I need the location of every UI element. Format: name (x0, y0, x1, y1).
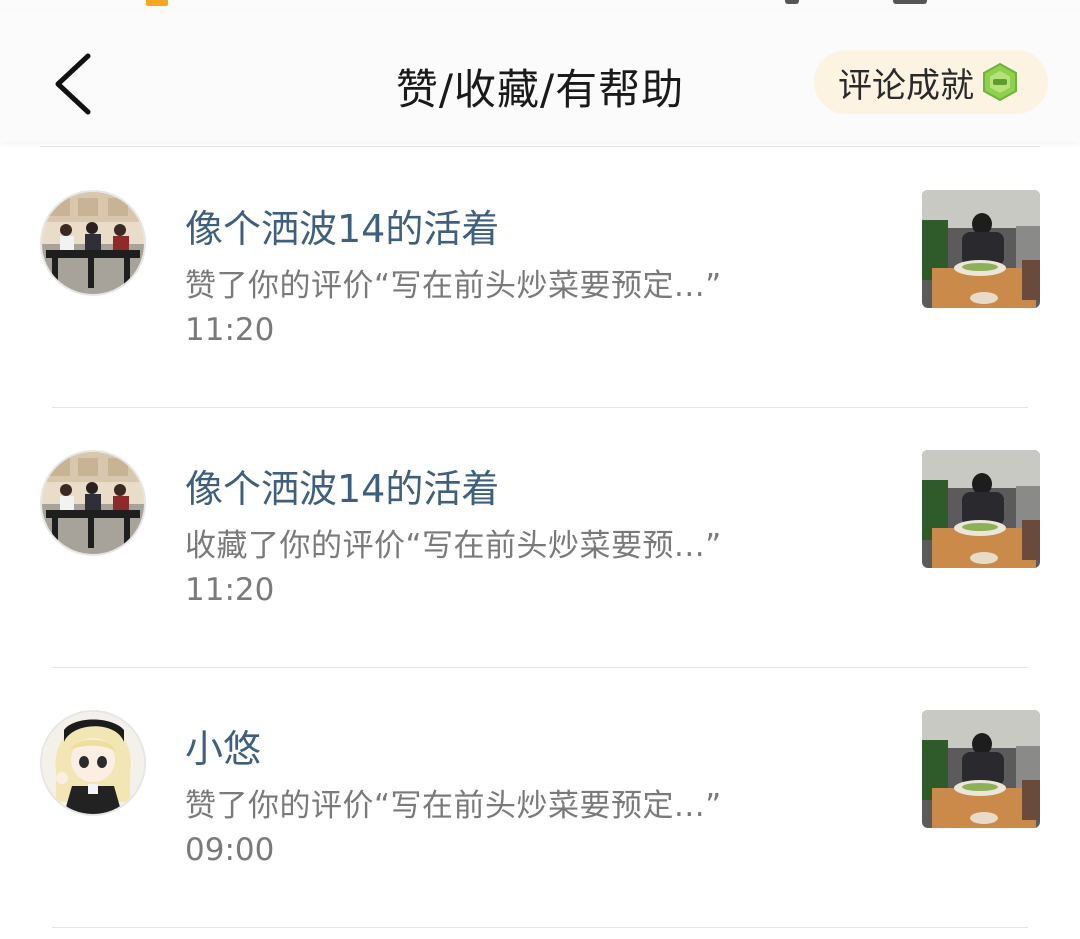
review-thumbnail[interactable] (922, 190, 1040, 308)
review-thumbnail[interactable] (922, 710, 1040, 828)
avatar[interactable] (40, 190, 146, 296)
status-battery-icon (893, 0, 927, 4)
dinner-thumbnail-image (922, 190, 1040, 308)
user-name[interactable]: 小悠 (185, 718, 261, 773)
item-divider (52, 927, 1028, 928)
timestamp: 11:20 (185, 312, 275, 348)
achievement-gem-icon (983, 62, 1017, 102)
classroom-avatar-image (42, 192, 144, 294)
classroom-avatar-image (42, 452, 144, 554)
status-notification-icon (146, 0, 168, 6)
avatar[interactable] (40, 710, 146, 816)
notification-text: 赞了你的评价“写在前头炒菜要预定...” (185, 788, 722, 824)
notification-item[interactable]: 小悠 赞了你的评价“写在前头炒菜要预定...” 09:00 (0, 668, 1080, 928)
review-thumbnail[interactable] (922, 450, 1040, 568)
notification-item[interactable]: 像个洒波14的活着 赞了你的评价“写在前头炒菜要预定...” 11:20 (0, 148, 1080, 408)
notification-text: 收藏了你的评价“写在前头炒菜要预...” (185, 528, 722, 564)
notification-item[interactable]: 像个洒波14的活着 收藏了你的评价“写在前头炒菜要预...” 11:20 (0, 408, 1080, 668)
notification-text: 赞了你的评价“写在前头炒菜要预定...” (185, 268, 722, 304)
user-name[interactable]: 像个洒波14的活着 (185, 458, 499, 513)
timestamp: 11:20 (185, 572, 275, 608)
comment-achievement-button[interactable]: 评论成就 (814, 50, 1048, 114)
back-button[interactable] (44, 48, 104, 118)
dinner-thumbnail-image (922, 710, 1040, 828)
dinner-thumbnail-image (922, 450, 1040, 568)
chevron-left-icon (55, 53, 91, 115)
status-signal-icon (785, 0, 799, 4)
anime-girl-avatar-image (42, 712, 144, 814)
user-name[interactable]: 像个洒波14的活着 (185, 198, 499, 253)
achievement-label: 评论成就 (838, 65, 974, 106)
avatar[interactable] (40, 450, 146, 556)
timestamp: 09:00 (185, 832, 275, 868)
top-header: 赞/收藏/有帮助 评论成就 (0, 10, 1080, 142)
header-divider (40, 146, 1040, 147)
status-bar (0, 0, 1080, 10)
